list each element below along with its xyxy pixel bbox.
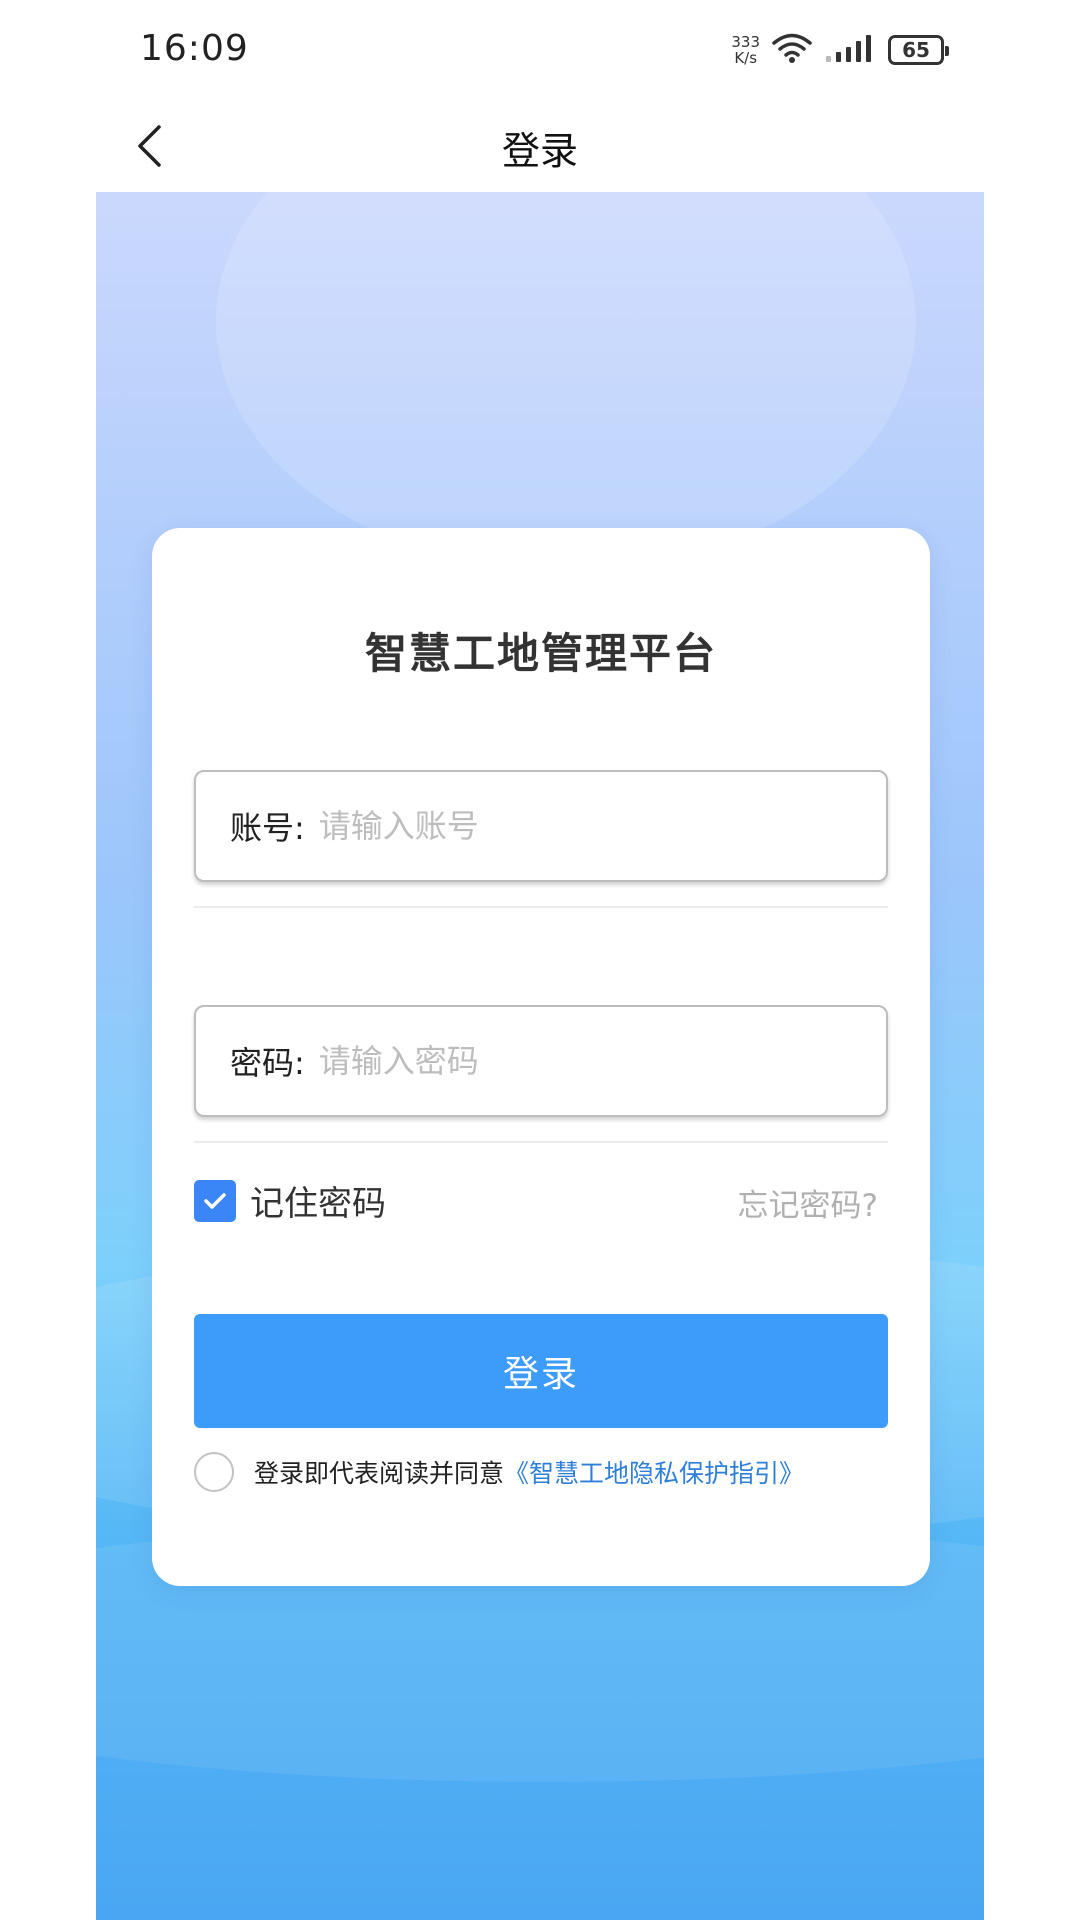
background-glow <box>216 192 916 572</box>
password-input[interactable] <box>318 1042 886 1080</box>
battery-level: 65 <box>902 38 930 62</box>
wifi-icon <box>772 32 812 68</box>
account-field[interactable]: 账号: <box>194 770 888 882</box>
forgot-password-link[interactable]: 忘记密码? <box>738 1180 878 1225</box>
net-speed: 333 K/s <box>731 34 760 66</box>
password-label: 密码: <box>230 1044 305 1082</box>
agreement-radio[interactable] <box>194 1452 234 1492</box>
login-button[interactable]: 登录 <box>194 1314 888 1428</box>
signal-icon <box>824 32 876 68</box>
login-card: 智慧工地管理平台 账号: 密码: 记住密码 忘记密码? 登录 登录即代表阅读并同… <box>152 528 930 1586</box>
status-time: 16:09 <box>140 28 249 69</box>
status-bar: 16:09 333 K/s 65 <box>0 0 1080 100</box>
account-input[interactable] <box>318 807 886 845</box>
status-icons: 333 K/s 65 <box>731 30 949 70</box>
net-speed-value: 333 <box>731 33 760 51</box>
account-label: 账号: <box>230 809 305 847</box>
agreement-row: 登录即代表阅读并同意 《智慧工地隐私保护指引》 <box>194 1452 804 1492</box>
password-field[interactable]: 密码: <box>194 1005 888 1117</box>
platform-title: 智慧工地管理平台 <box>364 629 717 678</box>
divider <box>194 906 888 908</box>
divider <box>194 1141 888 1143</box>
check-icon <box>204 1192 226 1209</box>
agreement-text: 登录即代表阅读并同意 <box>254 1459 505 1488</box>
battery-icon: 65 <box>888 35 949 65</box>
page-title: 登录 <box>501 129 578 173</box>
nav-bar: 登录 <box>0 100 1080 192</box>
remember-password[interactable]: 记住密码 <box>194 1176 386 1225</box>
net-speed-unit: K/s <box>734 49 758 67</box>
remember-label: 记住密码 <box>250 1184 386 1224</box>
remember-checkbox[interactable] <box>194 1179 236 1222</box>
privacy-policy-link[interactable]: 《智慧工地隐私保护指引》 <box>504 1454 804 1490</box>
